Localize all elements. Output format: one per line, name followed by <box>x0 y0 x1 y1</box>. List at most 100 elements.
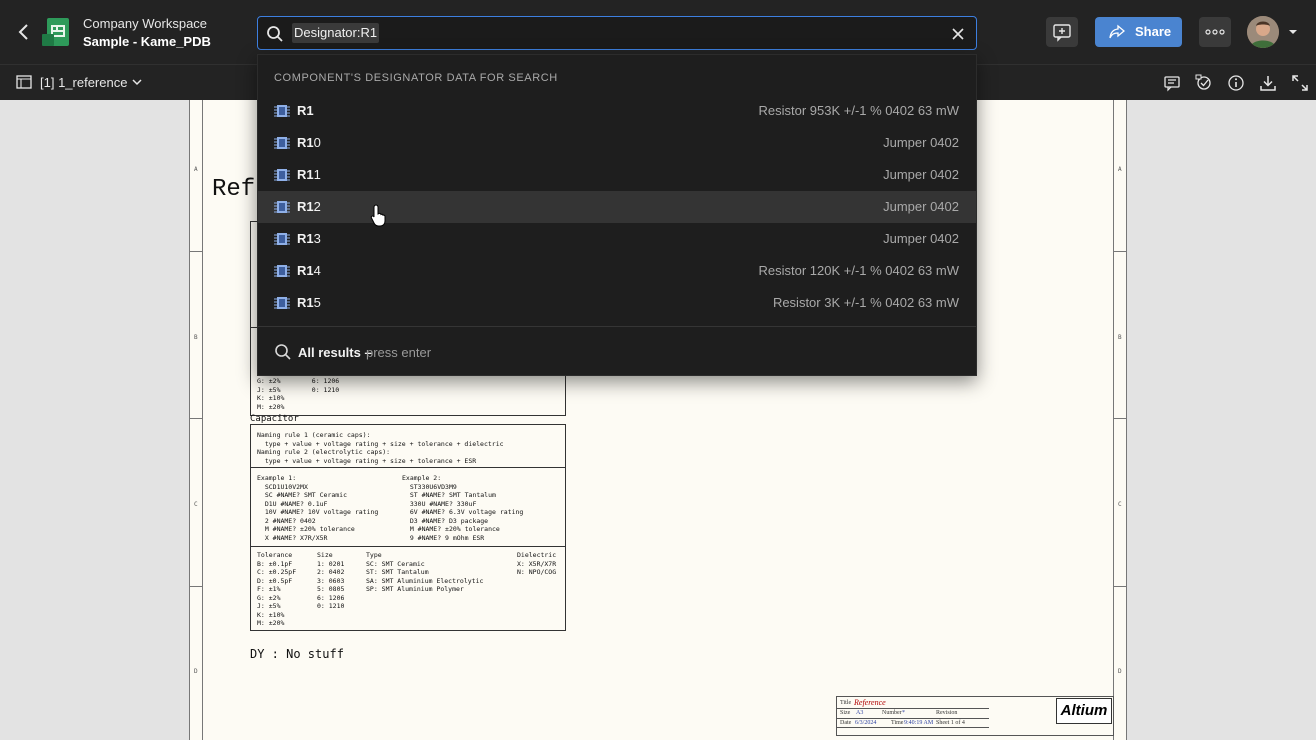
suggestion-item[interactable]: R15 Resistor 3K +/-1 % 0402 63 mW <box>258 287 976 319</box>
cap-example-1: Example 1: SCD1U10V2MX SC #NAME? SMT Cer… <box>257 474 379 542</box>
info-icon[interactable] <box>1227 74 1245 92</box>
suggestion-item[interactable]: R12 Jumper 0402 <box>258 191 976 223</box>
cap-size: Size 1: 0201 2: 0402 3: 0603 5: 0805 6: … <box>317 551 345 610</box>
all-results-option[interactable]: All results – press enter <box>258 336 976 368</box>
suggestion-description: Resistor 120K +/-1 % 0402 63 mW <box>758 263 959 278</box>
component-chip-icon <box>274 233 290 245</box>
altium-logo: Altium <box>1056 698 1112 724</box>
designator-rest: 1 <box>313 167 321 182</box>
suggestion-item[interactable]: R10 Jumper 0402 <box>258 127 976 159</box>
cap-example-2: Example 2: ST330U6VD3M9 ST #NAME? SMT Ta… <box>402 474 524 542</box>
resistor-text: M: ±20% <box>257 402 285 411</box>
divider <box>837 718 989 719</box>
suggestion-designator: R14 <box>297 263 321 278</box>
chevron-left-icon[interactable] <box>14 22 34 42</box>
share-icon <box>1109 24 1125 39</box>
designator-match: R1 <box>297 295 314 310</box>
zone-letter: A <box>1118 166 1122 173</box>
sheet-title: Ref <box>212 176 256 203</box>
title-value: Reference <box>854 698 886 707</box>
add-comment-icon <box>1053 24 1071 42</box>
add-comment-button[interactable] <box>1046 17 1078 47</box>
designator-match: R1 <box>297 231 314 246</box>
capacitor-heading: Capacitor <box>250 414 299 424</box>
expand-icon[interactable] <box>1291 74 1309 92</box>
cap-dielectric: Dielectric X: X5R/X7R N: NPO/COG <box>517 551 557 576</box>
zone-letter: B <box>194 334 198 341</box>
avatar[interactable] <box>1247 16 1279 48</box>
search-input[interactable]: Designator:R1 <box>292 23 380 43</box>
suggestion-designator: R13 <box>297 231 321 246</box>
suggestion-description: Resistor 953K +/-1 % 0402 63 mW <box>758 103 959 118</box>
more-icon <box>1205 29 1225 35</box>
time-label: Time <box>891 720 904 726</box>
divider <box>251 467 565 468</box>
number-value: * <box>902 710 905 716</box>
zone-tick <box>1114 251 1126 252</box>
suggestion-designator: R1 <box>297 103 314 118</box>
project-name[interactable]: Sample - Kame_PDB <box>83 34 211 49</box>
designator-rest: 3 <box>313 231 321 246</box>
suggestion-item[interactable]: R11 Jumper 0402 <box>258 159 976 191</box>
suggestion-description: Jumper 0402 <box>883 135 959 150</box>
zone-letter: C <box>1118 501 1122 508</box>
suggestion-designator: R10 <box>297 135 321 150</box>
divider <box>837 708 989 709</box>
revision-label: Revision <box>936 710 958 716</box>
zone-letter: D <box>1118 668 1122 675</box>
document-icon <box>16 75 32 89</box>
sheet-number: Sheet 1 of 4 <box>936 720 965 726</box>
divider <box>258 326 976 327</box>
size-value: A3 <box>856 710 864 716</box>
suggestion-item[interactable]: R1 Resistor 953K +/-1 % 0402 63 mW <box>258 95 976 127</box>
zone-letter: D <box>194 668 198 675</box>
divider <box>837 727 989 728</box>
designator-match: R1 <box>297 103 314 118</box>
designator-rest: 0 <box>313 135 321 150</box>
share-button[interactable]: Share <box>1095 17 1182 47</box>
zone-letter: C <box>194 501 198 508</box>
more-button[interactable] <box>1199 17 1231 47</box>
download-icon[interactable] <box>1259 74 1277 92</box>
search-icon <box>267 26 283 42</box>
project-logo-icon <box>42 18 69 46</box>
suggestion-description: Jumper 0402 <box>883 167 959 182</box>
close-icon[interactable] <box>950 26 966 42</box>
zone-tick <box>190 418 202 419</box>
divider <box>251 546 565 547</box>
zone-tick <box>190 251 202 252</box>
designator-match: R1 <box>297 199 314 214</box>
document-label: [1] 1_reference <box>40 75 128 90</box>
component-chip-icon <box>274 265 290 277</box>
designator-match: R1 <box>297 263 314 278</box>
search-bar[interactable]: Designator:R1 <box>257 16 977 50</box>
comments-icon[interactable] <box>1163 74 1181 92</box>
suggestion-designator: R12 <box>297 199 321 214</box>
suggestions-heading: COMPONENT'S DESIGNATOR DATA FOR SEARCH <box>274 72 558 84</box>
caret-down-icon[interactable] <box>1288 28 1298 36</box>
capacitor-table: Naming rule 1 (ceramic caps): type + val… <box>250 424 566 631</box>
zone-tick <box>190 586 202 587</box>
date-label: Date <box>840 720 852 726</box>
zone-letter: B <box>1118 334 1122 341</box>
component-chip-icon <box>274 297 290 309</box>
mouse-cursor-icon <box>370 204 386 227</box>
dy-note: DY : No stuff <box>250 647 344 661</box>
resistor-text: G: ±2% 6: 1206 <box>257 377 340 385</box>
search-icon <box>275 344 291 360</box>
suggestion-item[interactable]: R13 Jumper 0402 <box>258 223 976 255</box>
suggestion-item[interactable]: R14 Resistor 120K +/-1 % 0402 63 mW <box>258 255 976 287</box>
cap-tolerance: Tolerance B: ±0.1pF C: ±0.25pF D: ±0.5pF… <box>257 551 297 627</box>
zone-tick <box>1114 418 1126 419</box>
component-chip-icon <box>274 105 290 117</box>
workspace-name[interactable]: Company Workspace <box>83 16 207 31</box>
suggestion-description: Jumper 0402 <box>883 199 959 214</box>
review-icon[interactable] <box>1195 74 1213 92</box>
all-results-label: All results – <box>298 345 372 360</box>
resistor-text: J: ±5% 0: 1210 <box>257 385 340 394</box>
time-value: 9:40:19 AM <box>904 720 934 726</box>
zone-letter: A <box>194 166 198 173</box>
designator-rest: 5 <box>313 295 321 310</box>
designator-match: R1 <box>297 167 314 182</box>
size-label: Size <box>840 710 851 716</box>
